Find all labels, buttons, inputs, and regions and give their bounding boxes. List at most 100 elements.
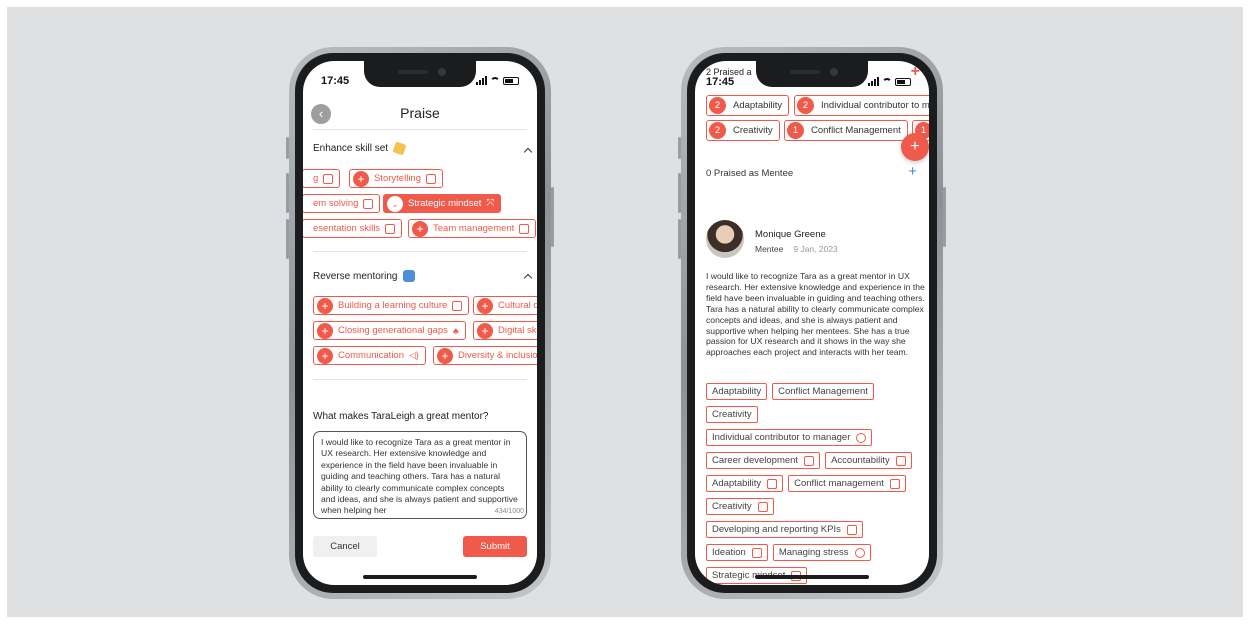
skill-tag[interactable]: Career development: [706, 452, 821, 469]
submit-button[interactable]: Submit: [463, 536, 527, 557]
skill-tag-label: Ideation: [712, 547, 746, 558]
skill-tag-label: Conflict Management: [778, 386, 868, 397]
arrow-up-circle-icon: [856, 432, 867, 443]
reverse-chip-diversity-inclusion[interactable]: + Diversity & inclusion: [433, 346, 537, 365]
plus-icon: +: [317, 297, 333, 314]
right-phone-screen: 2 Praised a 17:45 + 2 Adaptability 2 Ind…: [695, 61, 929, 585]
plus-icon: +: [317, 347, 333, 364]
skill-tag[interactable]: Developing and reporting KPIs: [706, 521, 863, 538]
skill-tag[interactable]: Adaptability: [706, 475, 784, 492]
rocket-icon: [751, 547, 762, 558]
skill-tag-label: Creativity: [712, 501, 752, 512]
reverse-chip-communication[interactable]: + Communication ◁): [313, 346, 426, 365]
skill-tag[interactable]: Accountability: [825, 452, 912, 469]
praised-tag[interactable]: 2 Individual contributor to ma: [794, 95, 929, 116]
status-time: 17:45: [321, 75, 350, 87]
review-tag-list: Adaptability Conflict Management Creativit…: [706, 383, 928, 584]
praised-tag[interactable]: 1 Conflict Management: [784, 120, 908, 141]
skill-chip-problem-solving[interactable]: em solving: [303, 194, 381, 213]
skill-tag-label: Adaptability: [712, 478, 762, 489]
cancel-button[interactable]: Cancel: [313, 536, 377, 557]
skill-tag[interactable]: Adaptability: [706, 383, 768, 400]
review-text: I would like to recognize Tara as a grea…: [706, 271, 925, 358]
hierarchy-icon: ♣: [452, 325, 459, 336]
face-icon: [854, 547, 865, 558]
book-icon: [452, 300, 463, 311]
speaker-icon: ◁): [409, 350, 419, 360]
reverse-chip-digital-skills[interactable]: + Digital ski: [473, 321, 537, 340]
arrows-icon: [889, 478, 900, 489]
minus-icon: -: [387, 195, 403, 212]
praised-tag[interactable]: 2 Adaptability: [706, 95, 790, 116]
skill-tag[interactable]: Managing stress: [772, 544, 871, 561]
skill-chip[interactable]: g: [303, 169, 341, 188]
char-counter: 434/1000: [494, 507, 524, 515]
plus-icon: +: [437, 347, 453, 364]
presentation-background: [7, 7, 1243, 617]
wifi-icon: [882, 77, 892, 86]
skill-tag[interactable]: Ideation: [706, 544, 768, 561]
reviewer-name: Monique Greene: [755, 229, 826, 240]
skill-tag-label: Conflict management: [794, 478, 884, 489]
skill-tag[interactable]: Creativity: [706, 498, 774, 515]
status-bar: 17:45: [321, 75, 519, 91]
add-fab-button[interactable]: +: [901, 133, 929, 161]
tag-row: Developing and reporting KPIs: [706, 521, 863, 538]
avatar: [706, 220, 744, 258]
clipboard-icon: [519, 223, 530, 234]
skill-chip-storytelling[interactable]: + Storytelling: [349, 169, 443, 188]
tag-row: Individual contributor to manager: [706, 429, 873, 446]
refresh-icon: [403, 270, 416, 282]
plus-icon[interactable]: +: [911, 63, 920, 81]
skill-tag[interactable]: Creativity: [706, 406, 758, 423]
chevron-up-icon[interactable]: [523, 273, 533, 283]
plus-icon: +: [412, 220, 428, 237]
praised-tag[interactable]: 2 Creativity: [706, 120, 780, 141]
tag-row: Adaptability Conflict management: [706, 475, 906, 492]
left-phone-frame: 17:45 ‹ Praise Enhance skill set g + Sto…: [286, 47, 554, 599]
skill-tag-label: Managing stress: [778, 547, 849, 558]
skill-tag[interactable]: Individual contributor to manager: [706, 429, 873, 446]
question-label: What makes TaraLeigh a great mentor?: [313, 411, 489, 422]
skill-chip-team-management[interactable]: + Team management: [408, 219, 537, 238]
skill-tag[interactable]: Conflict management: [788, 475, 906, 492]
page-title: Praise: [400, 105, 440, 121]
mentee-heading: 0 Praised as Mentee: [706, 168, 794, 179]
skill-tag-label: Career development: [712, 455, 799, 466]
skill-tag-label: Adaptability: [712, 386, 762, 397]
skill-chip-presentation-skills[interactable]: esentation skills: [303, 219, 403, 238]
chevron-up-icon[interactable]: [523, 147, 533, 157]
left-phone-screen: 17:45 ‹ Praise Enhance skill set g + Sto…: [303, 61, 537, 585]
tag-row: Creativity: [706, 406, 758, 423]
right-phone-frame: 2 Praised a 17:45 + 2 Adaptability 2 Ind…: [678, 47, 946, 599]
tag-row: Adaptability Conflict Management: [706, 383, 874, 400]
reverse-chip-learning-culture[interactable]: + Building a learning culture: [313, 296, 470, 315]
book-icon: [426, 173, 436, 184]
pencil-icon: [392, 141, 407, 156]
status-bar: 17:45: [706, 76, 911, 92]
add-mentee-button[interactable]: +: [908, 163, 917, 180]
battery-icon: [503, 76, 519, 85]
signal-icon: [476, 76, 487, 85]
enhance-skill-section-header[interactable]: Enhance skill set: [313, 141, 407, 156]
reverse-mentoring-section-header[interactable]: Reverse mentoring: [313, 270, 416, 282]
plus-icon: +: [910, 138, 920, 155]
skill-tag[interactable]: Conflict Management: [772, 383, 874, 400]
reverse-chip-cultural[interactable]: + Cultural d: [473, 296, 537, 315]
plus-icon: +: [317, 322, 333, 339]
skill-tag-label: Accountability: [831, 455, 890, 466]
home-indicator: [755, 575, 869, 579]
route-icon: ⤧: [486, 198, 495, 209]
skill-chip-strategic-mindset[interactable]: - Strategic mindset ⤧: [383, 194, 502, 213]
reverse-chip-generational-gaps[interactable]: + Closing generational gaps ♣: [313, 321, 466, 340]
reviewer-role: Mentee: [755, 244, 784, 254]
tag-row: Career development Accountability: [706, 452, 912, 469]
answer-textarea[interactable]: I would like to recognize Tara as a grea…: [313, 431, 527, 519]
person-check-icon: [895, 455, 906, 466]
route-icon: [767, 478, 778, 489]
plus-icon: +: [353, 170, 369, 187]
skill-tag-label: Developing and reporting KPIs: [712, 524, 841, 535]
battery-icon: [895, 77, 911, 86]
skill-tag-label: Creativity: [712, 409, 752, 420]
plus-icon: +: [477, 297, 493, 314]
